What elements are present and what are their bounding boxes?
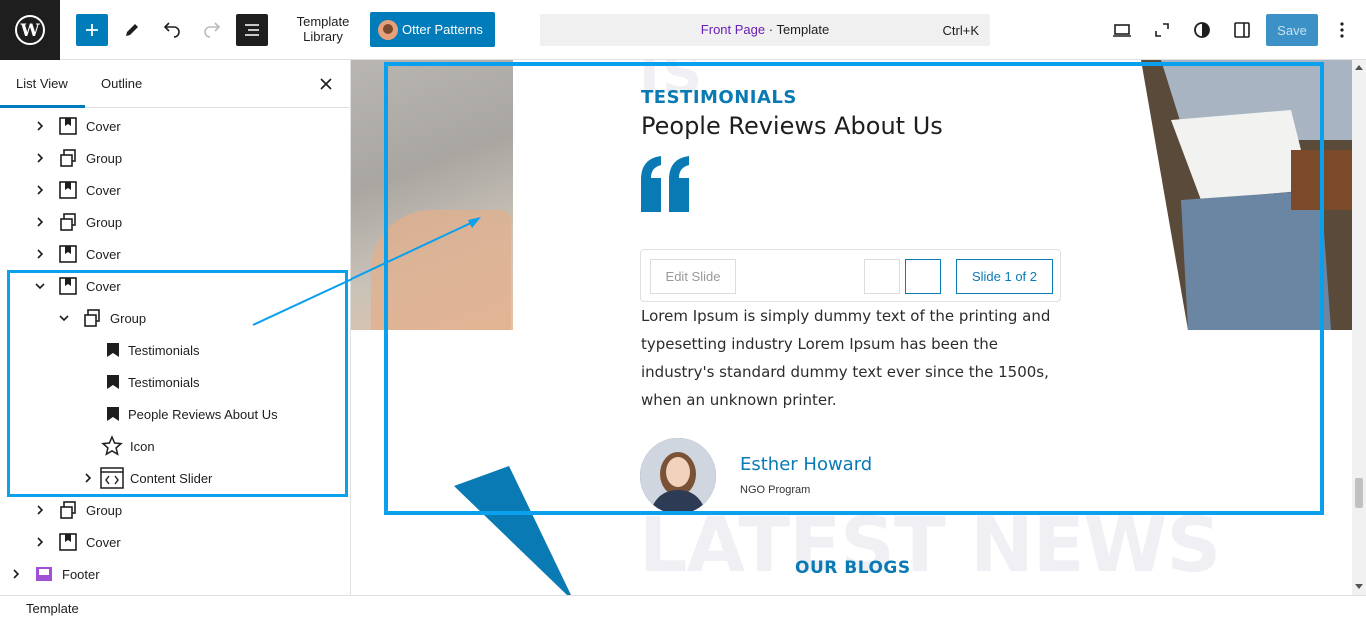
- list-item-label: Group: [86, 502, 123, 518]
- document-type: Template: [776, 22, 830, 37]
- tab-outline[interactable]: Outline: [101, 76, 142, 91]
- desktop-icon: [1113, 24, 1131, 37]
- cover-icon: [56, 178, 80, 202]
- add-block-button[interactable]: [76, 14, 108, 46]
- scroll-up-icon[interactable]: [1355, 64, 1363, 70]
- group-icon: [56, 146, 80, 170]
- sidebar-icon: [1234, 22, 1250, 38]
- chevron-right-icon[interactable]: [32, 118, 48, 134]
- list-item[interactable]: Group: [32, 142, 122, 174]
- contrast-icon: [1194, 22, 1210, 38]
- tools-button[interactable]: [116, 14, 148, 46]
- list-item-label: Group: [86, 214, 123, 230]
- options-menu-button[interactable]: [1326, 14, 1358, 46]
- close-icon: [320, 78, 332, 90]
- close-sidebar-button[interactable]: [316, 74, 336, 94]
- list-item[interactable]: Group: [32, 206, 122, 238]
- group-icon: [56, 498, 80, 522]
- footer-icon: [32, 562, 56, 586]
- plus-icon: [86, 24, 98, 36]
- scrollbar-thumb[interactable]: [1355, 478, 1363, 508]
- scroll-down-icon[interactable]: [1355, 584, 1363, 590]
- undo-icon: [163, 22, 180, 38]
- list-item-label: Cover: [86, 182, 121, 198]
- breadcrumb[interactable]: Template: [26, 601, 79, 616]
- cover-icon: [56, 242, 80, 266]
- list-item-label: Cover: [86, 246, 121, 262]
- status-bar: Template: [0, 595, 1366, 620]
- more-vertical-icon: [1340, 22, 1344, 38]
- pencil-icon: [126, 24, 138, 36]
- group-icon: [56, 210, 80, 234]
- document-title: Front Page · Template: [540, 22, 990, 37]
- list-view-toggle-button[interactable]: [236, 14, 268, 46]
- list-item[interactable]: Cover: [32, 526, 121, 558]
- chevron-right-icon[interactable]: [8, 566, 24, 582]
- chevron-right-icon[interactable]: [32, 214, 48, 230]
- list-view-icon: [245, 24, 259, 36]
- wordpress-logo-button[interactable]: W: [0, 0, 60, 60]
- list-item[interactable]: Group: [32, 494, 122, 526]
- list-item[interactable]: Cover: [32, 238, 121, 270]
- canvas-scrollbar[interactable]: [1352, 60, 1366, 595]
- styles-button[interactable]: [1186, 14, 1218, 46]
- list-item[interactable]: Footer: [8, 558, 100, 590]
- editor-canvas[interactable]: IS TESTIMONIALS People Reviews About Us …: [351, 60, 1352, 595]
- otter-icon: [378, 19, 398, 40]
- annotation-arrow: [351, 217, 481, 281]
- save-button[interactable]: Save: [1266, 14, 1318, 46]
- otter-patterns-button[interactable]: Otter Patterns: [370, 12, 495, 47]
- list-item[interactable]: Cover: [32, 110, 121, 142]
- chevron-right-icon[interactable]: [32, 182, 48, 198]
- list-item-label: Group: [86, 150, 123, 166]
- undo-button[interactable]: [156, 14, 188, 46]
- expand-icon: [1155, 23, 1169, 37]
- list-item[interactable]: Cover: [32, 174, 121, 206]
- chevron-right-icon[interactable]: [32, 150, 48, 166]
- device-preview-button[interactable]: [1106, 14, 1138, 46]
- cover-icon: [56, 530, 80, 554]
- chevron-right-icon[interactable]: [32, 502, 48, 518]
- chevron-right-icon[interactable]: [32, 534, 48, 550]
- list-view-sidebar: List View Outline Cover Group Cover Grou…: [0, 60, 351, 595]
- redo-button[interactable]: [196, 14, 228, 46]
- template-library-label: Template Library: [296, 14, 350, 44]
- otter-patterns-label: Otter Patterns: [402, 22, 483, 37]
- list-item-label: Cover: [86, 118, 121, 134]
- svg-text:W: W: [19, 21, 40, 41]
- highlight-box: [7, 270, 348, 497]
- sidebar-tabs: List View Outline: [0, 60, 350, 108]
- cover-icon: [56, 114, 80, 138]
- redo-icon: [204, 22, 221, 38]
- command-shortcut: Ctrl+K: [942, 23, 979, 38]
- document-separator: ·: [765, 22, 777, 37]
- document-page-name: Front Page: [700, 22, 766, 37]
- list-item-label: Cover: [86, 534, 121, 550]
- active-tab-indicator: [0, 105, 85, 108]
- wordpress-icon: W: [15, 15, 45, 45]
- editor-header: W Template Library Otter Patterns Front …: [0, 0, 1366, 60]
- list-item-label: Footer: [62, 566, 100, 582]
- template-library-button[interactable]: Template Library: [288, 14, 358, 44]
- settings-sidebar-button[interactable]: [1226, 14, 1258, 46]
- chevron-right-icon[interactable]: [32, 246, 48, 262]
- command-palette-bar[interactable]: Front Page · Template Ctrl+K: [540, 14, 990, 46]
- tab-list-view[interactable]: List View: [16, 76, 68, 91]
- fullscreen-button[interactable]: [1146, 14, 1178, 46]
